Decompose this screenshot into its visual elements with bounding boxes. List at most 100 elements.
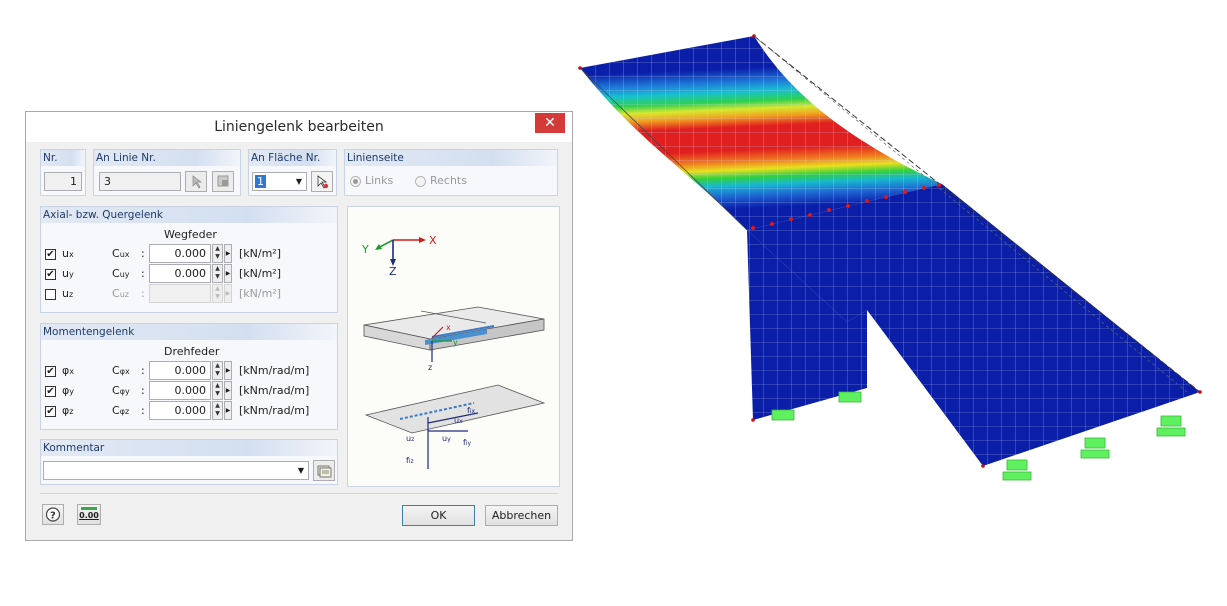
cux-menu-button[interactable]: ▶ — [224, 244, 232, 263]
const-cux-sub: ux — [119, 250, 130, 259]
checkbox-phiy[interactable]: ✔ — [45, 386, 56, 397]
nr-field[interactable]: 1 — [44, 172, 82, 191]
cphix-menu-button[interactable]: ▶ — [224, 361, 232, 380]
select-list-icon — [217, 175, 229, 187]
svg-text:?: ? — [50, 511, 56, 522]
checkbox-phix[interactable]: ✔ — [45, 366, 56, 377]
fix-sub: ix — [470, 408, 476, 415]
cux-input[interactable]: 0.000 — [149, 244, 211, 263]
units-icon — [81, 507, 97, 510]
pick-surface-button[interactable] — [311, 171, 333, 192]
local-x-label: x — [446, 323, 451, 332]
label-phix-sub: x — [69, 367, 74, 376]
fiy-label: fiy — [463, 438, 471, 447]
cphiz-menu-button[interactable]: ▶ — [224, 401, 232, 420]
const-cphiy-sub: φy — [119, 387, 130, 396]
checkbox-phiz[interactable]: ✔ — [45, 406, 56, 417]
ok-button[interactable]: OK — [402, 505, 475, 526]
library-icon — [317, 465, 332, 478]
dialog-title: Liniengelenk bearbeiten — [214, 119, 384, 135]
const-cphix-sub: φx — [119, 367, 130, 376]
rot-spring-subheader: Drehfeder — [164, 345, 220, 358]
cphix-input[interactable]: 0.000 — [149, 361, 211, 380]
hinge-illustration: X Y Z x y z ux fix uy fiy uz fiz — [347, 206, 560, 487]
line-side-header: Linienseite — [345, 150, 557, 166]
checkbox-ux[interactable]: ✔ — [45, 249, 56, 260]
label-phiy: φy — [62, 384, 74, 397]
const-cphix: Cφx — [112, 364, 130, 377]
line-side-group: Linienseite Links Rechts — [344, 149, 558, 196]
nr-header: Nr. — [41, 150, 85, 166]
comment-input[interactable]: ▼ — [43, 461, 309, 480]
label-phix: φx — [62, 364, 74, 377]
comment-library-button[interactable] — [313, 460, 335, 481]
colon: : — [141, 267, 145, 280]
uz-sub: z — [411, 436, 414, 443]
const-cux-main: C — [112, 247, 120, 260]
const-cux: Cux — [112, 247, 130, 260]
cphiz-spinner[interactable]: ▲ ▼ — [212, 401, 223, 420]
cancel-button[interactable]: Abbrechen — [485, 505, 558, 526]
comment-header: Kommentar — [41, 440, 337, 456]
cuy-spinner[interactable]: ▲ ▼ — [212, 264, 223, 283]
cuy-unit: [kN/m²] — [239, 267, 282, 280]
local-z-label: z — [428, 363, 432, 372]
cphiz-input[interactable]: 0.000 — [149, 401, 211, 420]
pick-line-button[interactable] — [185, 171, 207, 192]
close-button[interactable]: ✕ — [535, 113, 565, 133]
ux-label: ux — [454, 416, 463, 425]
hinge-diagram: X Y Z x y z ux fix uy fiy uz fiz — [361, 234, 546, 469]
radio-links[interactable] — [350, 176, 361, 187]
label-uy-main: u — [62, 267, 69, 280]
cuz-menu-button[interactable]: ▶ — [224, 284, 232, 303]
pick-cursor-icon — [317, 175, 329, 189]
fe-model-view — [578, 34, 1202, 481]
units-button[interactable]: 0.00 — [77, 504, 101, 525]
line-no-field[interactable]: 3 — [99, 172, 181, 191]
colon: : — [141, 384, 145, 397]
pick-cursor-icon — [192, 175, 203, 189]
label-ux: ux — [62, 247, 74, 260]
const-cphiz: Cφz — [112, 404, 129, 417]
surface-no-header: An Fläche Nr. — [249, 150, 336, 166]
moment-group: Momentengelenk Drehfeder ✔ φx Cφx : 0.00… — [40, 323, 338, 430]
cphiy-input[interactable]: 0.000 — [149, 381, 211, 400]
select-line-button[interactable] — [212, 171, 234, 192]
spring-subheader: Wegfeder — [164, 228, 217, 241]
label-phiz: φz — [62, 404, 73, 417]
surface-no-group: An Fläche Nr. 1 ▼ — [248, 149, 337, 196]
colon: : — [141, 247, 145, 260]
cphix-spinner[interactable]: ▲ ▼ — [212, 361, 223, 380]
cphiy-menu-button[interactable]: ▶ — [224, 381, 232, 400]
title-bar: Liniengelenk bearbeiten ✕ — [26, 112, 572, 142]
cux-unit: [kN/m²] — [239, 247, 282, 260]
help-icon: ? — [45, 507, 61, 522]
const-cuy-sub: uy — [119, 270, 130, 279]
checkbox-uz[interactable] — [45, 289, 56, 300]
cuz-unit: [kN/m²] — [239, 287, 282, 300]
help-button[interactable]: ? — [42, 504, 64, 525]
label-ux-sub: x — [68, 250, 74, 259]
cuy-menu-button[interactable]: ▶ — [224, 264, 232, 283]
global-axes: X Y Z — [361, 234, 437, 278]
cuy-input[interactable]: 0.000 — [149, 264, 211, 283]
axis-x-label: X — [429, 234, 437, 247]
surface-no-select[interactable]: 1 ▼ — [252, 172, 307, 191]
const-cphix-main: C — [112, 364, 120, 377]
cuz-input[interactable] — [149, 284, 211, 303]
line-no-header: An Linie Nr. — [94, 150, 240, 166]
cphiy-spinner[interactable]: ▲ ▼ — [212, 381, 223, 400]
surface-no-value: 1 — [255, 175, 266, 188]
units-label: 0.00 — [79, 511, 99, 520]
axial-header: Axial- bzw. Quergelenk — [41, 207, 337, 223]
cux-spinner[interactable]: ▲ ▼ — [212, 244, 223, 263]
uy-sub: y — [447, 436, 451, 443]
cuz-spinner[interactable]: ▲ ▼ — [212, 284, 223, 303]
ux-sub: x — [459, 418, 463, 425]
radio-rechts[interactable] — [415, 176, 426, 187]
cphiy-unit: [kNm/rad/m] — [239, 384, 310, 397]
checkbox-uy[interactable]: ✔ — [45, 269, 56, 280]
fiz-label: fiz — [406, 456, 414, 465]
nr-group: Nr. 1 — [40, 149, 86, 196]
const-cuy: Cuy — [112, 267, 130, 280]
